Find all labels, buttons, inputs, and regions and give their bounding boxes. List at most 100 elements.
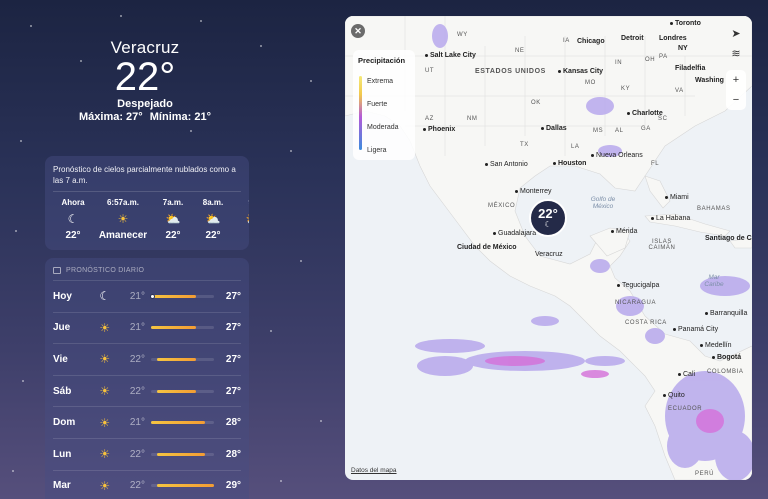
map-label-va: VA [675, 88, 684, 94]
hourly-item: Ahora ☾ 22° [53, 198, 93, 241]
temperature-range-fill [150, 421, 205, 425]
day-max-temp: 28° [225, 417, 242, 429]
map-label-in: IN [615, 60, 623, 66]
map-label-islas-caiman: ISLAS CAIMÁN [648, 239, 676, 251]
partly-cloudy-icon: ⛅ [205, 212, 221, 226]
daily-forecast-header: PRONÓSTICO DIARIO [45, 258, 249, 280]
daily-row[interactable]: Sáb ☀ 22° 27° [53, 374, 241, 407]
zoom-out-button[interactable]: − [726, 90, 746, 110]
hourly-item: 7a.m. ⛅ 22° [153, 198, 193, 241]
day-min-temp: 22° [129, 385, 145, 397]
map-label-nm: NM [467, 116, 478, 122]
map-label-habana: La Habana [651, 215, 690, 222]
current-location-pin[interactable]: 22° ☾ [529, 199, 567, 237]
map-label-la: LA [571, 144, 580, 150]
zoom-controls: + − [726, 70, 746, 110]
day-min-temp: 21° [129, 290, 145, 302]
zoom-in-button[interactable]: + [726, 70, 746, 90]
map-label-mexico: MÉXICO [488, 203, 516, 209]
map-label-fl: FL [651, 161, 660, 167]
map-label-merida: Mérida [611, 228, 637, 235]
map-label-ky: KY [621, 86, 631, 92]
day-min-temp: 22° [129, 353, 145, 365]
map-label-santiago: Santiago de C [705, 235, 752, 242]
map-label-ga: GA [641, 126, 651, 132]
map-label-panama: Panamá City [673, 326, 718, 333]
map-label-san-antonio: San Antonio [485, 161, 528, 168]
daily-row[interactable]: Jue ☀ 21° 27° [53, 311, 242, 344]
day-max-temp: 27° [225, 290, 242, 302]
map-label-tx: TX [520, 142, 529, 148]
map-label-peru: PERÚ [695, 471, 715, 477]
hour-label: Ahora [61, 198, 85, 207]
sun-icon: ☀ [99, 352, 111, 367]
daily-row[interactable]: Vie ☀ 22° 27° [53, 343, 241, 375]
partly-cloudy-icon: ⛅ [246, 210, 249, 228]
sunrise-icon: ☀ [117, 212, 129, 226]
daily-forecast-card[interactable]: PRONÓSTICO DIARIO Hoy ☾ 21° 27° Jue ☀ 21° 27° Vi… [45, 258, 249, 499]
hourly-forecast-card[interactable]: Pronóstico de cielos parcialmente nublad… [45, 156, 249, 250]
temperature-range-bar [150, 326, 215, 330]
map-label-nueva-orleans: Nueva Orleans [591, 152, 643, 159]
map-label-kansas: Kansas City [558, 68, 603, 75]
temperature-range-fill [157, 484, 215, 488]
temperature-range-bar [150, 421, 215, 425]
map-data-link[interactable]: Datos del mapa [351, 467, 397, 474]
sun-icon: ☀ [99, 320, 111, 335]
map-label-barranquilla: Barranquilla [705, 310, 747, 317]
map-label-toronto: Toronto [670, 20, 701, 27]
day-name: Sáb [53, 385, 72, 397]
map-label-oh: OH [645, 57, 656, 63]
legend-item-extrema: Extrema [367, 78, 394, 85]
day-min-temp: 21° [129, 322, 145, 334]
pin-temperature: 22° [538, 206, 558, 221]
moon-icon: ☾ [544, 220, 552, 229]
map-label-ne: NE [515, 48, 525, 54]
map-label-dallas: Dallas [541, 125, 567, 132]
map-label-nicaragua: NICARAGUA [615, 300, 657, 306]
day-name: Dom [53, 417, 76, 429]
hourly-item: 8a.m. ⛅ 22° [193, 198, 233, 241]
daily-list: Hoy ☾ 21° 27° Jue ☀ 21° 27° Vie ☀ 22° 27° Sáb ☀ 22° 27°… [45, 280, 249, 499]
day-min-temp: 22° [129, 448, 145, 460]
map-label-ny: NY [678, 45, 688, 52]
hourly-item: 9a⛅2 [233, 198, 249, 241]
hour-label: 8a.m. [202, 198, 224, 207]
map-label-quito: Quito [663, 392, 685, 399]
hourly-list[interactable]: Ahora ☾ 22° 6:57a.m. ☀ Amanecer 7a.m. ⛅ 22° 8a.m.… [45, 192, 249, 241]
close-map-button[interactable]: ✕ [351, 24, 365, 38]
day-min-temp: 22° [129, 480, 145, 492]
day-min-temp: 21° [129, 417, 145, 429]
legend-item-ligera: Ligera [367, 147, 387, 154]
map-label-al: AL [615, 128, 624, 134]
min-temperature: Mínima: 21° [149, 111, 212, 123]
layers-icon[interactable]: ≋ [726, 44, 746, 64]
location-arrow-icon[interactable]: ➤ [726, 24, 746, 44]
temperature-range-bar [150, 484, 215, 488]
map-label-cali: Cali [678, 371, 695, 378]
map-label-ecuador: ECUADOR [668, 406, 703, 412]
current-temperature-marker [150, 293, 156, 299]
map-label-bogota: Bogotá [712, 354, 741, 361]
precipitation-map[interactable]: Toronto Chicago Detroit Londres NY Filad… [345, 16, 752, 480]
current-conditions: Veracruz 22° Despejado Máxima: 27° Mínim… [40, 38, 250, 123]
current-temperature: 22° [114, 55, 176, 99]
moon-icon: ☾ [99, 289, 111, 304]
temperature-range-fill [150, 294, 197, 298]
day-max-temp: 27° [225, 322, 242, 334]
daily-forecast-title: PRONÓSTICO DIARIO [66, 267, 145, 274]
map-label-estados-unidos: ESTADOS UNIDOS [475, 68, 546, 75]
map-label-mo: MO [585, 80, 596, 86]
daily-row[interactable]: Mar ☀ 22° 29° [53, 469, 241, 499]
sun-icon: ☀ [99, 447, 111, 462]
map-label-golfo: Golfo de México [590, 196, 616, 210]
day-name: Lun [53, 448, 72, 460]
daily-row[interactable]: Dom ☀ 21° 28° [53, 406, 241, 438]
daily-row[interactable]: Hoy ☾ 21° 27° [53, 280, 241, 312]
map-label-salt-lake: Salt Lake City [425, 52, 476, 59]
moon-icon: ☾ [67, 212, 79, 226]
day-name: Jue [53, 322, 71, 334]
hour-temperature: Amanecer [98, 230, 148, 241]
daily-row[interactable]: Lun ☀ 22° 28° [53, 437, 241, 470]
calendar-icon [53, 267, 61, 274]
